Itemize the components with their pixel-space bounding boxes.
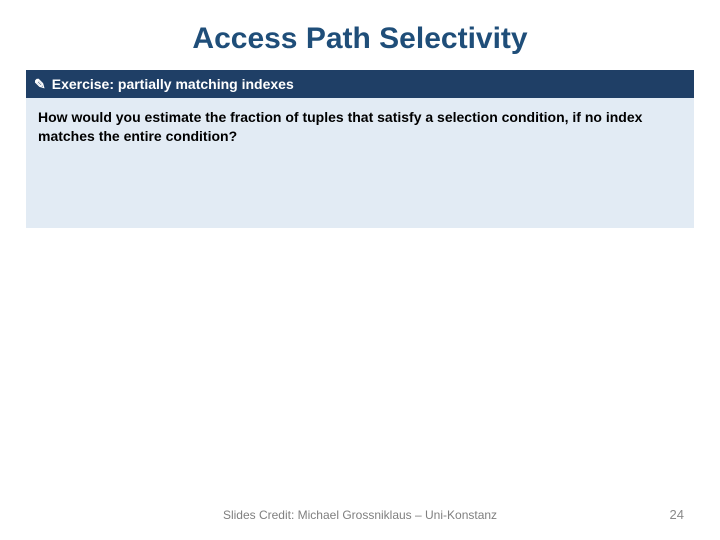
slide-credit: Slides Credit: Michael Grossniklaus – Un… <box>0 508 720 522</box>
page-title: Access Path Selectivity <box>0 22 720 56</box>
exercise-header-text: Exercise: partially matching indexes <box>52 76 294 92</box>
exercise-body: How would you estimate the fraction of t… <box>26 98 694 228</box>
exercise-body-text: How would you estimate the fraction of t… <box>38 109 642 144</box>
exercise-header-bar: ✎ Exercise: partially matching indexes <box>26 70 694 98</box>
slide: Access Path Selectivity ✎ Exercise: part… <box>0 0 720 540</box>
pencil-icon: ✎ <box>34 76 46 93</box>
page-number: 24 <box>670 507 684 522</box>
